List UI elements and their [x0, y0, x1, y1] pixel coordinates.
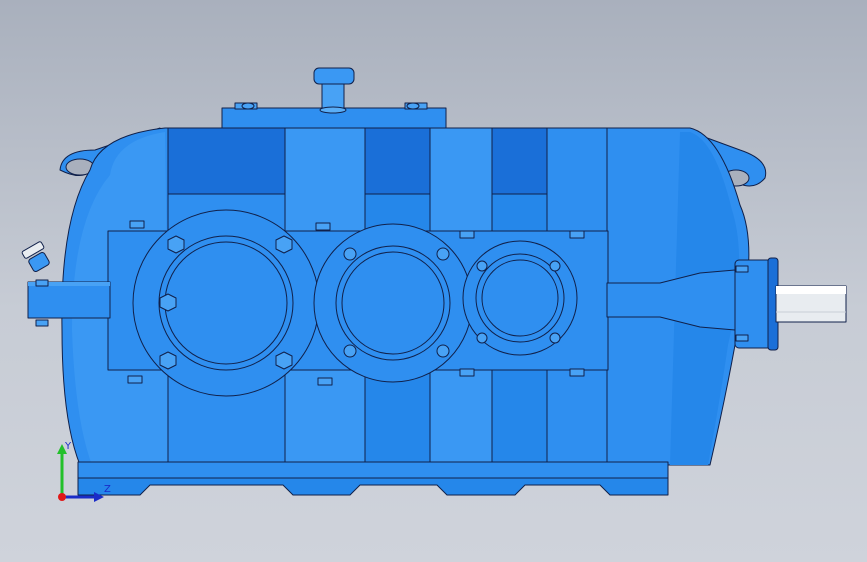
- coordinate-triad: Y Z: [50, 440, 120, 510]
- base-feet: [77, 477, 669, 496]
- oil-level-gauge: [21, 241, 50, 272]
- y-axis-label: Y: [65, 441, 72, 452]
- origin-icon: [58, 493, 66, 501]
- graphics-viewport[interactable]: Y Z: [0, 0, 867, 562]
- large-bearing-cover: [132, 209, 320, 397]
- middle-bearing-cover: [313, 223, 473, 383]
- breather-cap: [313, 67, 355, 85]
- input-shaft-left: [27, 281, 111, 319]
- z-axis-label: Z: [104, 484, 111, 495]
- small-bearing-cover: [462, 240, 578, 356]
- gearbox-model[interactable]: [0, 0, 867, 562]
- base-plate: [77, 461, 669, 479]
